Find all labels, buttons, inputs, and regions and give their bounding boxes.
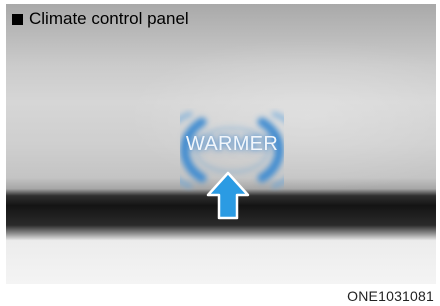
bullet-square-icon [12,13,23,25]
manual-figure: WARMER Climate control panel ONE1031081 [0,0,440,306]
warmer-button[interactable]: WARMER [182,132,282,156]
figure-code: ONE1031081 [347,288,434,304]
figure-caption: Climate control panel [12,9,189,29]
climate-panel-photo: WARMER [6,4,436,284]
caption-title: Climate control panel [29,9,189,28]
arrow-up-icon [206,171,250,221]
